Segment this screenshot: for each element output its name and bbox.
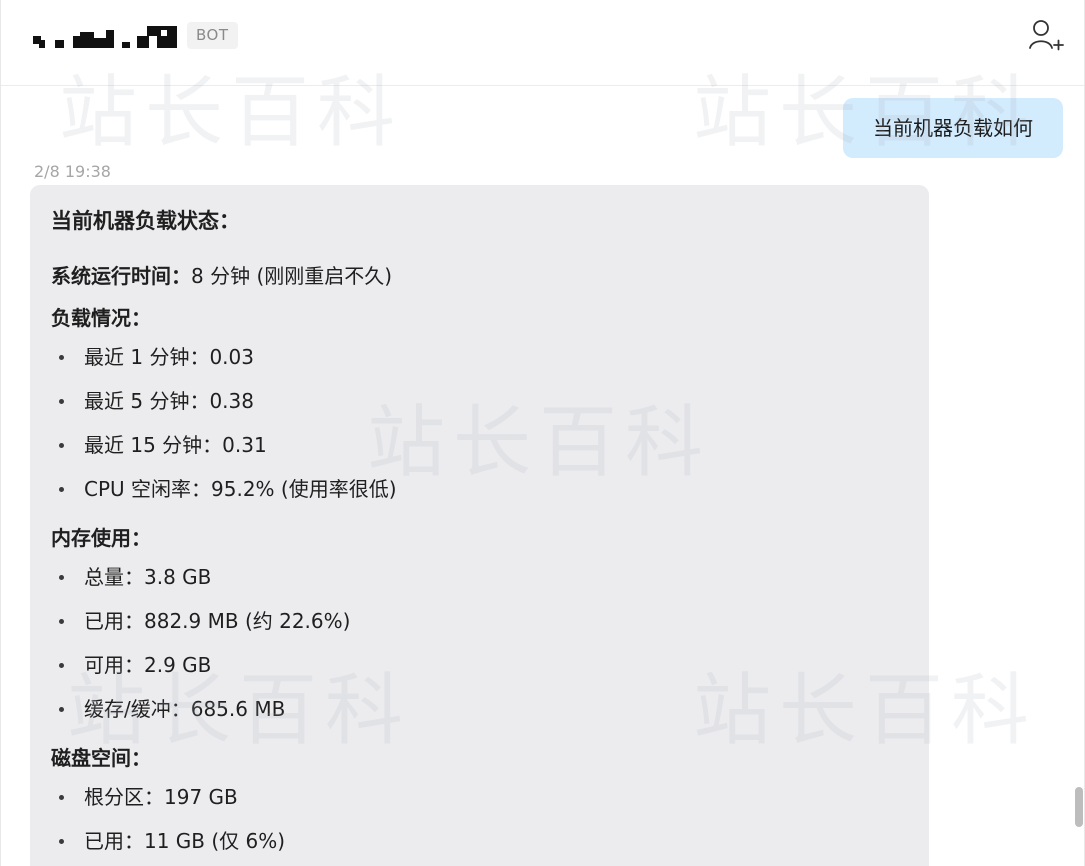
list-item: 最近 15 分钟：0.31 <box>51 423 929 467</box>
uptime-line: 系统运行时间：8 分钟 (刚刚重启不久) <box>51 259 929 293</box>
user-message-bubble[interactable]: 当前机器负载如何 <box>843 98 1063 158</box>
uptime-value: 8 分钟 (刚刚重启不久) <box>191 264 393 288</box>
bullet-icon <box>59 795 64 800</box>
bot-badge: BOT <box>187 22 238 49</box>
bullet-icon <box>59 443 64 448</box>
list-item-text: 可用：2.9 GB <box>84 653 212 677</box>
list-item-text: 缓存/缓冲：685.6 MB <box>84 697 286 721</box>
bullet-icon <box>59 839 64 844</box>
list-item: CPU 空闲率：95.2% (使用率很低) <box>51 467 929 511</box>
bullet-icon <box>59 355 64 360</box>
bullet-icon <box>59 399 64 404</box>
list-item: 已用：11 GB (仅 6%) <box>51 819 929 863</box>
bullet-icon <box>59 707 64 712</box>
load-section-title: 负载情况： <box>51 306 151 330</box>
list-item-text: 最近 5 分钟：0.38 <box>84 389 254 413</box>
list-item: 已用：882.9 MB (约 22.6%) <box>51 599 929 643</box>
list-item: 总量：3.8 GB <box>51 555 929 599</box>
reply-title: 当前机器负载状态： <box>51 209 240 233</box>
bot-reply-bubble[interactable]: 当前机器负载状态： 系统运行时间：8 分钟 (刚刚重启不久) 负载情况： 最近 … <box>30 185 929 866</box>
list-item: 最近 5 分钟：0.38 <box>51 379 929 423</box>
scrollbar-thumb[interactable] <box>1075 787 1083 827</box>
list-item: 最近 1 分钟：0.03 <box>51 335 929 379</box>
memory-section-title: 内存使用： <box>51 526 151 550</box>
bullet-icon <box>59 663 64 668</box>
list-item: 可用：2.9 GB <box>51 643 929 687</box>
list-item-text: 已用：882.9 MB (约 22.6%) <box>84 609 351 633</box>
list-item-text: 最近 1 分钟：0.03 <box>84 345 254 369</box>
add-user-icon[interactable] <box>1025 18 1065 54</box>
uptime-label: 系统运行时间： <box>51 264 191 288</box>
message-list: 当前机器负载如何 2/8 19:38 当前机器负载状态： 系统运行时间：8 分钟… <box>1 87 1084 866</box>
bot-name-redacted <box>33 26 177 50</box>
memory-list: 总量：3.8 GB 已用：882.9 MB (约 22.6%) 可用：2.9 G… <box>51 555 929 731</box>
list-item-text: 根分区：197 GB <box>84 785 238 809</box>
bullet-icon <box>59 575 64 580</box>
chat-header: BOT <box>1 0 1084 86</box>
disk-list: 根分区：197 GB 已用：11 GB (仅 6%) <box>51 775 929 863</box>
list-item-text: 最近 15 分钟：0.31 <box>84 433 267 457</box>
list-item-text: 总量：3.8 GB <box>84 565 212 589</box>
message-timestamp: 2/8 19:38 <box>34 162 111 181</box>
list-item: 根分区：197 GB <box>51 775 929 819</box>
bullet-icon <box>59 619 64 624</box>
chat-window: BOT 当前机器负载如何 2/8 19:38 当前机器负载状态： 系统运行时间：… <box>0 0 1085 866</box>
list-item-text: CPU 空闲率：95.2% (使用率很低) <box>84 477 397 501</box>
list-item: 缓存/缓冲：685.6 MB <box>51 687 929 731</box>
load-list: 最近 1 分钟：0.03 最近 5 分钟：0.38 最近 15 分钟：0.31 … <box>51 335 929 511</box>
bullet-icon <box>59 487 64 492</box>
add-user-icon-svg <box>1029 20 1064 51</box>
list-item-text: 已用：11 GB (仅 6%) <box>84 829 286 853</box>
disk-section-title: 磁盘空间： <box>51 746 151 770</box>
